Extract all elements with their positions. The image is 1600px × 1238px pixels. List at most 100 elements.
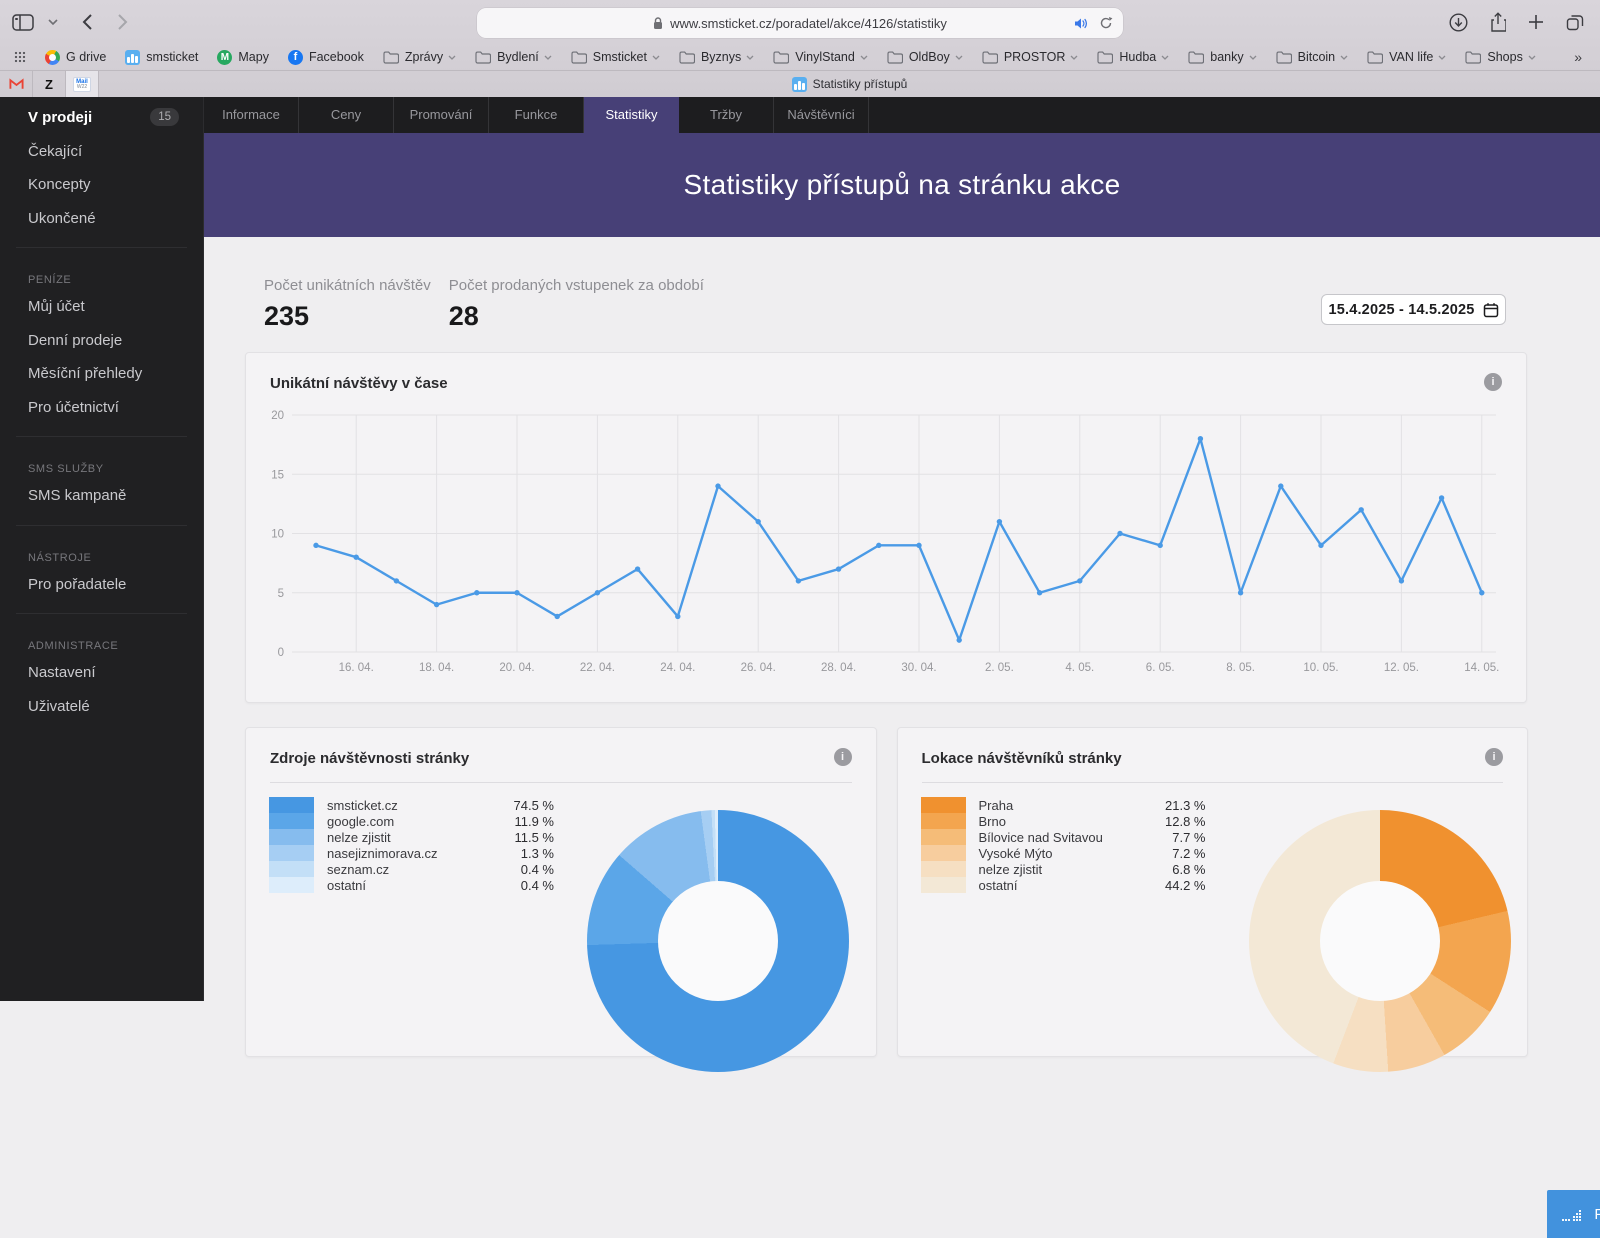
bookmark-label: PROSTOR bbox=[1004, 50, 1066, 64]
bookmark-van-life[interactable]: VAN life bbox=[1367, 50, 1446, 64]
tab-funkce[interactable]: Funkce bbox=[489, 97, 584, 133]
tab-overview-icon[interactable] bbox=[1566, 14, 1584, 31]
sources-legend: smsticket.cz74.5 %google.com11.9 %nelze … bbox=[269, 797, 554, 893]
pinned-tab-zendesk[interactable]: Z bbox=[33, 71, 66, 97]
chevron-down-icon bbox=[746, 55, 754, 60]
share-icon[interactable] bbox=[1490, 12, 1506, 32]
page-content: Počet unikátních návštěv 235 Počet proda… bbox=[204, 237, 1600, 1001]
tab-trzby[interactable]: Tržby bbox=[679, 97, 774, 133]
feedback-button[interactable]: Pomozte nám zlepšit se bbox=[1547, 1190, 1600, 1238]
reload-icon[interactable] bbox=[1099, 16, 1113, 30]
bookmarks-items: G drive smsticket MMapy fFacebook Zprávy Bydl… bbox=[45, 50, 1536, 65]
chevron-down-icon bbox=[652, 55, 660, 60]
sidebar-item-uzivatele[interactable]: Uživatelé bbox=[0, 690, 203, 724]
sidebar-item-v-prodeji[interactable]: V prodeji15 bbox=[0, 101, 203, 135]
stat-value: 28 bbox=[449, 301, 704, 332]
chevron-down-icon[interactable] bbox=[48, 19, 58, 25]
page-tabs: InformaceCenyPromováníFunkceStatistikyTr… bbox=[204, 97, 1600, 133]
sidebar-item-koncepty[interactable]: Koncepty bbox=[0, 168, 203, 202]
folder-icon bbox=[571, 51, 587, 64]
sidebar-item-sms-kampane[interactable]: SMS kampaně bbox=[0, 479, 203, 513]
legend-row-vysoke-myto: Vysoké Mýto7.2 % bbox=[921, 845, 1206, 861]
audio-icon[interactable] bbox=[1074, 17, 1089, 30]
folder-icon bbox=[383, 51, 399, 64]
bookmark-label: Facebook bbox=[309, 50, 364, 64]
sidebar-item-label: SMS kampaně bbox=[28, 487, 126, 504]
legend-swatch bbox=[921, 877, 966, 893]
sidebar-item-pro-ucetnictvi[interactable]: Pro účetnictví bbox=[0, 391, 203, 425]
date-range-picker[interactable]: 15.4.2025 - 14.5.2025 bbox=[1321, 294, 1506, 325]
sidebar-item-muj-ucet[interactable]: Můj účet bbox=[0, 290, 203, 324]
sidebar-item-ukoncene[interactable]: Ukončené bbox=[0, 202, 203, 236]
address-bar[interactable]: www.smsticket.cz/poradatel/akce/4126/sta… bbox=[477, 8, 1123, 38]
active-tab[interactable]: Statistiky přístupů bbox=[99, 71, 1600, 97]
bookmark-bydleni[interactable]: Bydlení bbox=[475, 50, 552, 64]
sidebar-toggle-icon[interactable] bbox=[12, 14, 34, 31]
bookmark-zpravy[interactable]: Zprávy bbox=[383, 50, 456, 64]
bookmark-byznys[interactable]: Byznys bbox=[679, 50, 754, 64]
sidebar-item-label: Pro účetnictví bbox=[28, 399, 119, 416]
legend-value: 74.5 % bbox=[492, 798, 554, 813]
tab-promovani[interactable]: Promování bbox=[394, 97, 489, 133]
tab-strip: Z MailW22 Statistiky přístupů bbox=[0, 70, 1600, 97]
back-button[interactable] bbox=[82, 13, 93, 31]
sidebar-item-cekajici[interactable]: Čekající bbox=[0, 135, 203, 169]
folder-icon bbox=[773, 51, 789, 64]
bookmark-label: OldBoy bbox=[909, 50, 950, 64]
bookmark-vinylstand[interactable]: VinylStand bbox=[773, 50, 868, 64]
new-tab-icon[interactable] bbox=[1528, 14, 1544, 30]
svg-text:14. 05.: 14. 05. bbox=[1464, 662, 1499, 674]
downloads-icon[interactable] bbox=[1449, 13, 1468, 32]
legend-label: nelze zjistit bbox=[966, 862, 1144, 877]
sidebar-item-pro-poradatele[interactable]: Pro pořadatele bbox=[0, 568, 203, 602]
svg-text:26. 04.: 26. 04. bbox=[741, 662, 776, 674]
sidebar-item-mesicni-prehledy[interactable]: Měsíční přehledy bbox=[0, 357, 203, 391]
bookmark-prostor[interactable]: PROSTOR bbox=[982, 50, 1079, 64]
bookmark-facebook[interactable]: fFacebook bbox=[288, 50, 364, 65]
info-icon[interactable]: i bbox=[1484, 373, 1502, 391]
divider bbox=[922, 782, 1504, 783]
grid-icon[interactable] bbox=[14, 51, 26, 63]
info-icon[interactable]: i bbox=[1485, 748, 1503, 766]
legend-swatch bbox=[921, 797, 966, 813]
pinned-tab-gmail[interactable] bbox=[0, 71, 33, 97]
sidebar-item-label: Můj účet bbox=[28, 298, 85, 315]
bookmark-smsticket[interactable]: smsticket bbox=[125, 50, 198, 65]
pinned-tab-mail[interactable]: MailW22 bbox=[66, 71, 99, 97]
legend-swatch bbox=[921, 845, 966, 861]
bookmark-label: Byznys bbox=[701, 50, 741, 64]
bookmark-label: VinylStand bbox=[795, 50, 855, 64]
folder-icon bbox=[1188, 51, 1204, 64]
bookmark-banky[interactable]: banky bbox=[1188, 50, 1256, 64]
svg-text:15: 15 bbox=[271, 469, 284, 481]
chevron-down-icon bbox=[544, 55, 552, 60]
chevron-down-icon bbox=[1161, 55, 1169, 60]
bookmark-bitcoin[interactable]: Bitcoin bbox=[1276, 50, 1349, 64]
tab-navstevnici[interactable]: Návštěvníci bbox=[774, 97, 869, 133]
legend-label: ostatní bbox=[966, 878, 1144, 893]
bookmark-hudba[interactable]: Hudba bbox=[1097, 50, 1169, 64]
sidebar-item-nastaveni[interactable]: Nastavení bbox=[0, 656, 203, 690]
svg-text:18. 04.: 18. 04. bbox=[419, 662, 454, 674]
locations-card: Lokace návštěvníků stránky i Praha21.3 %… bbox=[897, 727, 1529, 1057]
svg-text:0: 0 bbox=[278, 647, 284, 659]
bookmark-oldboy[interactable]: OldBoy bbox=[887, 50, 963, 64]
legend-value: 44.2 % bbox=[1144, 878, 1206, 893]
bookmark-label: G drive bbox=[66, 50, 106, 64]
tab-ceny[interactable]: Ceny bbox=[299, 97, 394, 133]
sidebar-item-denni-prodeje[interactable]: Denní prodeje bbox=[0, 324, 203, 358]
bookmark-mapy[interactable]: MMapy bbox=[217, 50, 269, 65]
bookmark-g-drive[interactable]: G drive bbox=[45, 50, 106, 65]
bookmark-shops[interactable]: Shops bbox=[1465, 50, 1535, 64]
forward-button[interactable] bbox=[117, 13, 128, 31]
bookmark-label: VAN life bbox=[1389, 50, 1433, 64]
info-icon[interactable]: i bbox=[834, 748, 852, 766]
legend-value: 1.3 % bbox=[492, 846, 554, 861]
bookmarks-overflow-chevron[interactable]: » bbox=[1574, 49, 1582, 65]
bookmark-smsticket[interactable]: Smsticket bbox=[571, 50, 660, 64]
tab-statistiky[interactable]: Statistiky bbox=[584, 97, 679, 133]
card-head: Unikátní návštěvy v čase i bbox=[246, 353, 1526, 393]
legend-value: 0.4 % bbox=[492, 878, 554, 893]
url-text: www.smsticket.cz/poradatel/akce/4126/sta… bbox=[670, 16, 947, 31]
tab-informace[interactable]: Informace bbox=[204, 97, 299, 133]
